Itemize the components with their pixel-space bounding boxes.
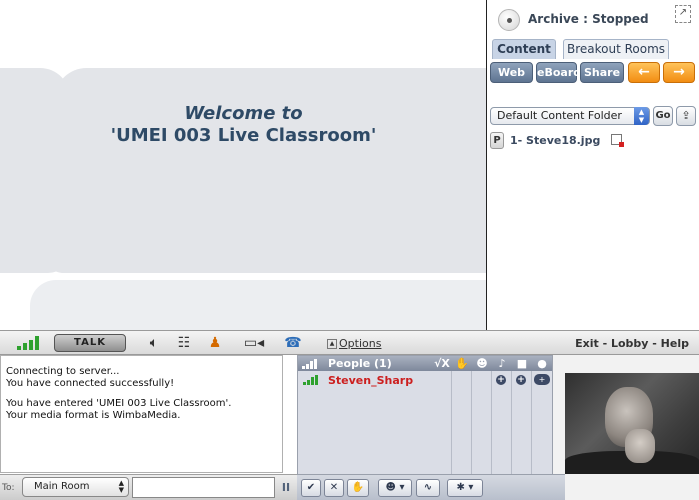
check-cross-icon[interactable]: √X: [432, 356, 452, 371]
presenter-audio-icon[interactable]: ♟: [201, 335, 229, 353]
chat-message: You have entered 'UMEI 003 Live Classroo…: [6, 398, 232, 409]
eboard-button[interactable]: eBoard: [536, 62, 581, 83]
activity-button[interactable]: ∿: [416, 479, 440, 497]
people-header: People (1) √X ✋ ☻ ♪ ■ ●: [298, 356, 552, 371]
signal-strength-icon: [17, 336, 41, 350]
previous-slide-button[interactable]: ←: [628, 62, 660, 83]
webcam-feed: [565, 373, 699, 475]
chat-message: Connecting to server...: [6, 366, 120, 377]
video-bar: [565, 474, 699, 500]
settings-menu-button[interactable]: ✱ ▾: [447, 479, 483, 497]
arrow-right-icon: →: [673, 64, 685, 80]
video-window: [553, 355, 699, 475]
upload-icon: ⇪: [681, 109, 691, 122]
arrow-left-icon: ←: [638, 64, 650, 80]
emoticon-icon[interactable]: ☻: [475, 356, 489, 371]
image-file-icon: [611, 134, 624, 147]
wimba-classroom-window: Welcome to 'UMEI 003 Live Classroom' Arc…: [0, 0, 699, 500]
content-file-item[interactable]: 1- Steve18.jpg: [510, 134, 600, 147]
chat-message-input[interactable]: [132, 477, 275, 498]
participant-name[interactable]: Steven_Sharp: [328, 374, 413, 387]
camera-icon[interactable]: ■: [515, 356, 529, 371]
slide-background-bottom: [30, 280, 487, 330]
options-link[interactable]: ▲ Options: [327, 337, 381, 350]
people-title: People (1): [328, 357, 392, 370]
content-stage: Welcome to 'UMEI 003 Live Classroom': [0, 0, 487, 330]
select-arrows-icon: ▲ ▼: [118, 479, 124, 494]
web-button[interactable]: Web: [490, 62, 533, 83]
content-folder-selected: Default Content Folder: [497, 109, 622, 122]
speaker-volume-icon[interactable]: 🔈︎: [142, 335, 166, 353]
welcome-room-name: 'UMEI 003 Live Classroom': [110, 125, 377, 146]
chat-message: You have connected successfully!: [6, 378, 175, 389]
pause-chat-button[interactable]: II: [279, 480, 293, 496]
private-chat-icon[interactable]: +: [534, 374, 550, 385]
to-label: To:: [2, 483, 15, 493]
room-select[interactable]: Main Room ▲ ▼: [22, 477, 129, 497]
slide-background-main: [42, 68, 487, 273]
tab-content[interactable]: Content: [492, 39, 556, 59]
camera-add-icon[interactable]: +: [516, 375, 526, 385]
signal-strength-icon: [302, 359, 318, 369]
chat-bubble-icon[interactable]: ●: [535, 356, 549, 371]
telephone-icon[interactable]: ☎: [280, 335, 306, 353]
chat-message: Your media format is WimbaMedia.: [6, 410, 181, 421]
exit-lobby-help-links[interactable]: Exit - Lobby - Help: [575, 337, 689, 350]
chat-input-bar: To: Main Room ▲ ▼ II: [0, 474, 297, 500]
welcome-title: Welcome to: [184, 103, 303, 124]
detach-window-icon[interactable]: ↗: [675, 5, 691, 23]
content-panel: Archive : Stopped ↗ Content Breakout Roo…: [486, 0, 699, 330]
no-button[interactable]: ✕: [324, 479, 344, 497]
options-label: Options: [339, 337, 382, 350]
room-selected: Main Room: [34, 481, 90, 492]
archive-status: Archive : Stopped: [528, 12, 649, 26]
mic-add-icon[interactable]: +: [496, 375, 506, 385]
talk-button[interactable]: TALK: [54, 334, 126, 352]
presentation-badge[interactable]: P: [490, 132, 504, 149]
raise-hand-icon[interactable]: ✋: [455, 356, 469, 371]
chat-history[interactable]: Connecting to server... You have connect…: [0, 355, 283, 473]
microphone-icon[interactable]: ♪: [495, 356, 509, 371]
media-toolbar: TALK 🔈︎ ☷ ♟ ▭◂ ☎ ▲ Options Exit - Lobby -…: [0, 330, 699, 355]
tab-breakout-rooms[interactable]: Breakout Rooms: [563, 39, 669, 59]
participant-row[interactable]: Steven_Sharp + + +: [298, 373, 552, 388]
emoticon-menu-button[interactable]: ☻ ▾: [378, 479, 412, 497]
signal-strength-icon: [303, 375, 319, 385]
layout-grid-icon[interactable]: ☷: [171, 335, 197, 353]
share-button[interactable]: Share: [580, 62, 624, 83]
people-action-bar: ✔ ✕ ✋ ☻ ▾ ∿ ✱ ▾: [297, 474, 565, 500]
go-button[interactable]: Go: [653, 106, 673, 126]
webcam-hand: [625, 429, 655, 463]
upload-button[interactable]: ⇪: [676, 106, 696, 126]
content-folder-select[interactable]: Default Content Folder ▲ ▼: [490, 107, 650, 125]
next-slide-button[interactable]: →: [663, 62, 695, 83]
select-arrows-icon: ▲ ▼: [634, 107, 649, 125]
record-button[interactable]: [498, 9, 520, 31]
video-camera-icon[interactable]: ▭◂: [241, 335, 267, 353]
options-toggle-icon: ▲: [327, 339, 337, 349]
people-list: People (1) √X ✋ ☻ ♪ ■ ● Steven_Sharp + +…: [297, 355, 553, 475]
raise-hand-button[interactable]: ✋: [347, 479, 369, 497]
yes-button[interactable]: ✔: [301, 479, 321, 497]
